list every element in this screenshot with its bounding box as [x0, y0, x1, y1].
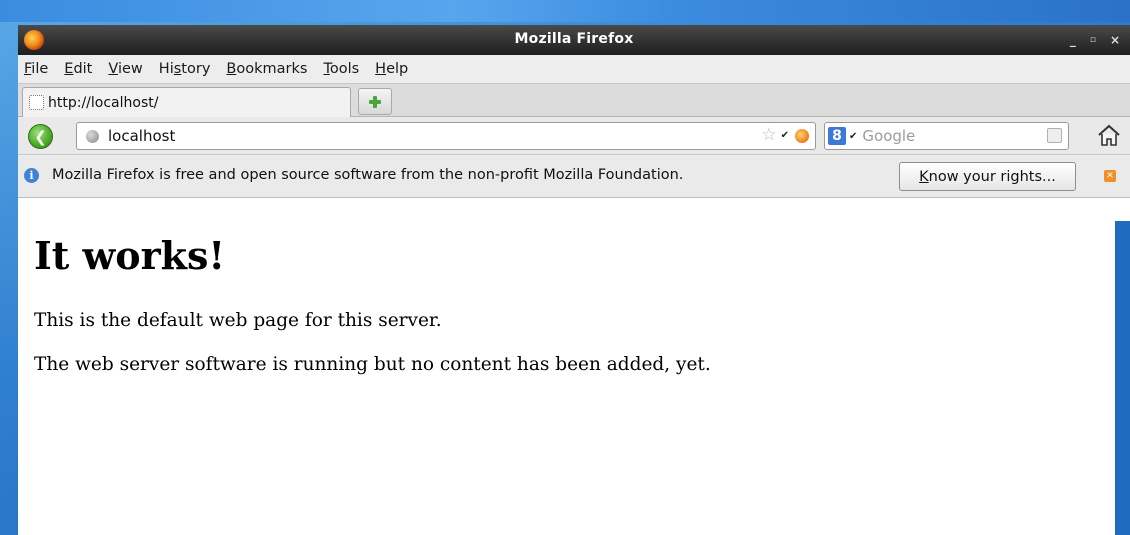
search-engine-icon[interactable]: 8: [828, 127, 846, 145]
page-paragraph: The web server software is running but n…: [34, 354, 711, 375]
info-icon: i: [24, 168, 39, 183]
notification-text: Mozilla Firefox is free and open source …: [52, 167, 684, 183]
window-title: Mozilla Firefox: [514, 31, 634, 47]
site-identity-icon[interactable]: [86, 129, 99, 143]
menu-bar: File Edit View History Bookmarks Tools H…: [18, 55, 1130, 83]
chevron-down-icon[interactable]: ✔: [849, 131, 857, 142]
menu-file[interactable]: File: [24, 61, 48, 77]
url-text[interactable]: localhost: [108, 127, 175, 145]
chevron-down-icon[interactable]: ✔: [781, 130, 789, 141]
back-button[interactable]: ❮: [28, 124, 53, 149]
notification-bar: i Mozilla Firefox is free and open sourc…: [18, 155, 1130, 198]
new-tab-button[interactable]: [358, 88, 392, 115]
tab-localhost[interactable]: http://localhost/: [22, 87, 351, 117]
close-button[interactable]: ×: [1110, 33, 1120, 47]
search-input[interactable]: Google: [862, 127, 915, 145]
menu-edit[interactable]: Edit: [64, 61, 92, 77]
back-arrow-icon: ❮: [34, 127, 47, 146]
search-bar[interactable]: 8 ✔ Google: [824, 122, 1069, 150]
page-content: It works! This is the default web page f…: [18, 221, 1115, 535]
tab-bar: http://localhost/: [18, 83, 1130, 117]
home-icon[interactable]: [1097, 124, 1121, 146]
maximize-button[interactable]: ▫: [1090, 33, 1096, 47]
desktop-background: [0, 0, 1130, 22]
menu-history[interactable]: History: [159, 61, 211, 77]
plus-icon: [369, 95, 381, 108]
close-icon[interactable]: ✕: [1104, 170, 1116, 182]
menu-tools[interactable]: Tools: [323, 61, 359, 77]
bookmark-star-icon[interactable]: ☆: [761, 127, 776, 144]
title-bar: Mozilla Firefox _ ▫ ×: [18, 25, 1130, 55]
desktop-background: [1115, 221, 1130, 535]
page-heading: It works!: [34, 233, 226, 278]
menu-help[interactable]: Help: [375, 61, 408, 77]
menu-view[interactable]: View: [108, 61, 142, 77]
url-bar[interactable]: localhost ☆ ✔: [76, 122, 816, 150]
blank-page-icon: [29, 95, 44, 110]
window-controls: _ ▫ ×: [1070, 33, 1120, 47]
magnifier-icon[interactable]: [1047, 128, 1062, 143]
page-paragraph: This is the default web page for this se…: [34, 310, 442, 331]
tab-label: http://localhost/: [48, 94, 159, 111]
navigation-bar: ❮ localhost ☆ ✔ 8 ✔ Google: [18, 117, 1130, 155]
minimize-button[interactable]: _: [1070, 33, 1076, 47]
know-your-rights-button[interactable]: Know your rights...: [899, 162, 1076, 191]
go-icon[interactable]: [795, 128, 809, 143]
menu-bookmarks[interactable]: Bookmarks: [226, 61, 307, 77]
